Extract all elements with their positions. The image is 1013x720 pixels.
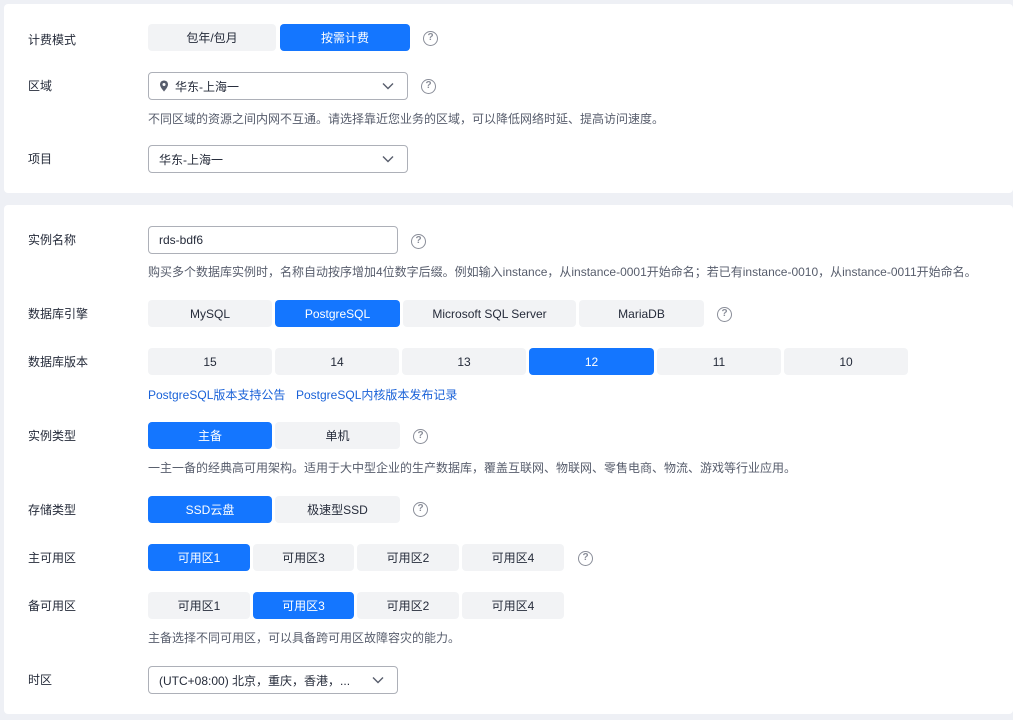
region-select[interactable]: 华东-上海一 bbox=[148, 72, 408, 100]
version-option-14[interactable]: 14 bbox=[275, 348, 399, 375]
primary-az-label: 主可用区 bbox=[28, 551, 77, 565]
version-support-link[interactable]: PostgreSQL版本支持公告 bbox=[148, 387, 285, 403]
version-option-11[interactable]: 11 bbox=[657, 348, 781, 375]
version-label: 数据库版本 bbox=[28, 355, 89, 369]
location-pin-icon bbox=[160, 80, 168, 92]
standby-az-option-2[interactable]: 可用区2 bbox=[357, 592, 459, 619]
primary-az-option-3[interactable]: 可用区3 bbox=[253, 544, 354, 571]
storage-type-label: 存储类型 bbox=[28, 503, 77, 517]
version-option-10[interactable]: 10 bbox=[784, 348, 908, 375]
engine-option-mariadb[interactable]: MariaDB bbox=[579, 300, 704, 327]
project-select-value: 华东-上海一 bbox=[159, 152, 223, 167]
engine-option-postgresql[interactable]: PostgreSQL bbox=[275, 300, 400, 327]
standby-az-option-3[interactable]: 可用区3 bbox=[253, 592, 354, 619]
billing-label: 计费模式 bbox=[28, 33, 77, 47]
standby-az-label: 备可用区 bbox=[28, 599, 77, 613]
storage-option-ssd[interactable]: SSD云盘 bbox=[148, 496, 272, 523]
standby-az-hint: 主备选择不同可用区，可以具备跨可用区故障容灾的能力。 bbox=[148, 631, 461, 645]
region-label: 区域 bbox=[28, 79, 53, 93]
region-select-value: 华东-上海一 bbox=[175, 79, 239, 94]
kernel-release-notes-link[interactable]: PostgreSQL内核版本发布记录 bbox=[296, 387, 457, 403]
billing-help-icon[interactable]: ? bbox=[423, 31, 438, 46]
region-section: 计费模式 包年/包月 按需计费 ? 区域 华东-上海一 ? 不同区域的资源之间内… bbox=[4, 4, 1013, 193]
instance-name-hint: 购买多个数据库实例时，名称自动按序增加4位数字后缀。例如输入instance，从… bbox=[148, 265, 977, 279]
primary-az-help-icon[interactable]: ? bbox=[578, 551, 593, 566]
project-select[interactable]: 华东-上海一 bbox=[148, 145, 408, 173]
timezone-select[interactable]: (UTC+08:00) 北京，重庆，香港，... bbox=[148, 666, 398, 694]
standby-az-option-1[interactable]: 可用区1 bbox=[148, 592, 250, 619]
timezone-select-value: (UTC+08:00) 北京，重庆，香港，... bbox=[159, 673, 351, 688]
engine-option-mysql[interactable]: MySQL bbox=[148, 300, 272, 327]
storage-option-ultra-ssd[interactable]: 极速型SSD bbox=[275, 496, 400, 523]
engine-label: 数据库引擎 bbox=[28, 307, 89, 321]
version-option-12[interactable]: 12 bbox=[529, 348, 654, 375]
instance-type-hint: 一主一备的经典高可用架构。适用于大中型企业的生产数据库，覆盖互联网、物联网、零售… bbox=[148, 461, 797, 475]
project-label: 项目 bbox=[28, 152, 53, 166]
region-help-icon[interactable]: ? bbox=[421, 79, 436, 94]
instance-name-input[interactable] bbox=[148, 226, 398, 254]
instance-name-help-icon[interactable]: ? bbox=[411, 234, 426, 249]
engine-help-icon[interactable]: ? bbox=[717, 307, 732, 322]
primary-az-option-4[interactable]: 可用区4 bbox=[462, 544, 564, 571]
version-option-15[interactable]: 15 bbox=[148, 348, 272, 375]
primary-az-option-2[interactable]: 可用区2 bbox=[357, 544, 459, 571]
storage-type-help-icon[interactable]: ? bbox=[413, 502, 428, 517]
chevron-down-icon bbox=[382, 83, 394, 90]
timezone-label: 时区 bbox=[28, 673, 53, 687]
primary-az-option-1[interactable]: 可用区1 bbox=[148, 544, 250, 571]
instance-type-help-icon[interactable]: ? bbox=[413, 429, 428, 444]
instance-type-option-primary-standby[interactable]: 主备 bbox=[148, 422, 272, 449]
standby-az-option-4[interactable]: 可用区4 bbox=[462, 592, 564, 619]
instance-type-label: 实例类型 bbox=[28, 429, 77, 443]
instance-name-label: 实例名称 bbox=[28, 233, 77, 247]
version-option-13[interactable]: 13 bbox=[402, 348, 526, 375]
chevron-down-icon bbox=[382, 156, 394, 163]
billing-option-yearly[interactable]: 包年/包月 bbox=[148, 24, 276, 51]
engine-option-sqlserver[interactable]: Microsoft SQL Server bbox=[403, 300, 576, 327]
instance-type-option-single[interactable]: 单机 bbox=[275, 422, 400, 449]
region-hint: 不同区域的资源之间内网不互通。请选择靠近您业务的区域，可以降低网络时延、提高访问… bbox=[148, 112, 665, 126]
instance-section: 实例名称 ? 购买多个数据库实例时，名称自动按序增加4位数字后缀。例如输入ins… bbox=[4, 205, 1013, 714]
billing-option-on-demand[interactable]: 按需计费 bbox=[280, 24, 410, 51]
chevron-down-icon bbox=[372, 677, 384, 684]
